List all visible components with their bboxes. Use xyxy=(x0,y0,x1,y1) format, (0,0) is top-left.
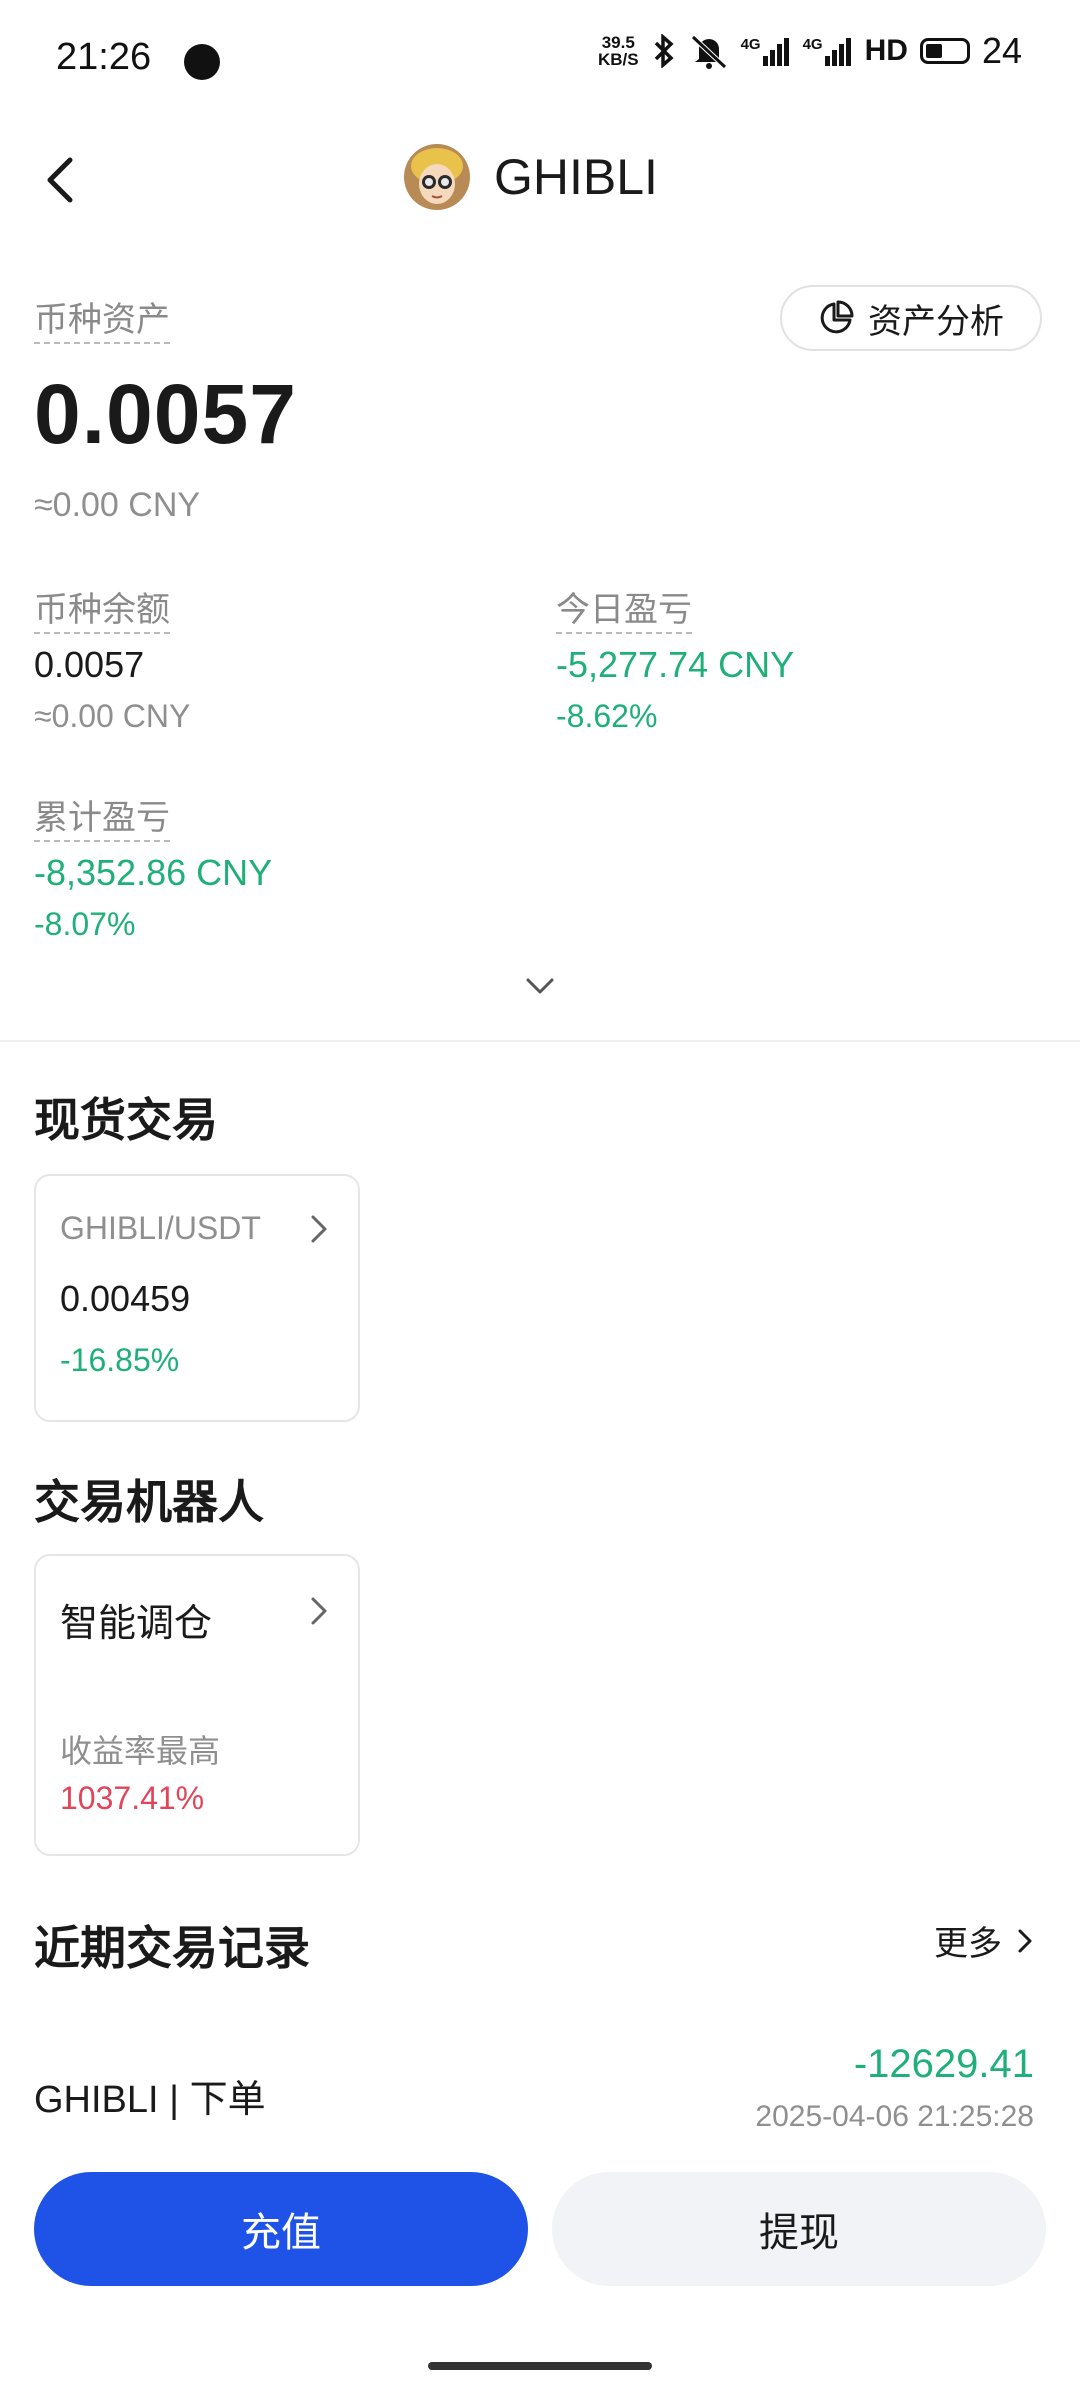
signal-4g-2: 4G xyxy=(803,36,853,66)
balance-approx: ≈0.00 CNY xyxy=(34,698,191,734)
spot-section-title: 现货交易 xyxy=(34,1094,218,1146)
spot-price: 0.00459 xyxy=(60,1278,191,1319)
section-divider xyxy=(0,1040,1080,1042)
signal-1-label: 4G xyxy=(740,36,761,53)
asset-amount: 0.0057 xyxy=(34,367,297,461)
asset-label[interactable]: 币种资产 xyxy=(34,300,170,344)
bot-yield-label: 收益率最高 xyxy=(60,1733,221,1769)
bot-yield-value: 1037.41% xyxy=(60,1780,205,1816)
record-time: 2025-04-06 21:25:28 xyxy=(755,2100,1034,2133)
notification-dot-icon xyxy=(184,44,220,80)
today-pnl-percent: -8.62% xyxy=(556,698,658,734)
record-name: GHIBLI | 下单 xyxy=(34,2079,266,2121)
status-icons: 39.5 KB/S 4G 4G HD 24 xyxy=(598,30,1022,72)
spot-change: -16.85% xyxy=(60,1342,180,1378)
bot-card[interactable]: 智能调仓 收益率最高 1037.41% xyxy=(34,1554,360,1856)
page-title: GHIBLI xyxy=(494,149,658,205)
record-amount: -12629.41 xyxy=(853,2042,1034,2086)
balance-value: 0.0057 xyxy=(34,644,145,685)
chevron-right-icon xyxy=(311,1597,327,1625)
back-chevron-icon[interactable] xyxy=(42,150,82,210)
total-pnl-label[interactable]: 累计盈亏 xyxy=(34,798,170,842)
bluetooth-icon xyxy=(654,34,674,68)
signal-4g-1: 4G xyxy=(741,36,791,66)
chevron-right-icon xyxy=(311,1215,327,1243)
signal-2-label: 4G xyxy=(802,36,823,53)
coin-logo xyxy=(404,144,470,210)
battery-level: 24 xyxy=(981,30,1022,71)
expand-chevron-down-icon[interactable] xyxy=(524,976,556,996)
records-section-title: 近期交易记录 xyxy=(34,1922,310,1974)
network-speed-unit: KB/S xyxy=(597,50,639,69)
network-speed-value: 39.5 xyxy=(601,33,635,52)
more-label: 更多 xyxy=(934,1925,1002,1963)
deposit-button[interactable]: 充值 xyxy=(34,2172,528,2286)
spot-pair-card[interactable]: GHIBLI/USDT 0.00459 -16.85% xyxy=(34,1174,360,1422)
status-time: 21:26 xyxy=(56,36,152,78)
bots-section-title: 交易机器人 xyxy=(34,1476,264,1528)
record-row[interactable]: GHIBLI | 下单 -12629.41 2025-04-06 21:25:2… xyxy=(0,2030,1080,2160)
withdraw-button[interactable]: 提现 xyxy=(552,2172,1046,2286)
total-pnl-value: -8,352.86 CNY xyxy=(34,852,273,893)
balance-label[interactable]: 币种余额 xyxy=(34,590,170,634)
signal-bars-icon xyxy=(762,38,789,66)
chevron-right-icon xyxy=(1018,1929,1032,1952)
pie-chart-icon xyxy=(820,300,854,334)
asset-analysis-label: 资产分析 xyxy=(868,302,1004,341)
asset-analysis-button[interactable]: 资产分析 xyxy=(780,285,1042,351)
more-records-link[interactable]: 更多 xyxy=(934,1916,1034,1965)
home-indicator[interactable] xyxy=(428,2362,652,2370)
total-pnl-percent: -8.07% xyxy=(34,906,136,942)
bell-mute-icon xyxy=(690,35,727,69)
bot-name: 智能调仓 xyxy=(60,1603,213,1645)
network-speed: 39.5 KB/S xyxy=(598,34,639,68)
hd-label: HD xyxy=(864,34,908,67)
today-pnl-label[interactable]: 今日盈亏 xyxy=(556,590,692,634)
today-pnl-value: -5,277.74 CNY xyxy=(556,644,795,685)
spot-pair-name: GHIBLI/USDT xyxy=(60,1210,261,1246)
asset-approx-value: ≈0.00 CNY xyxy=(34,486,201,524)
signal-bars-icon xyxy=(824,38,851,66)
battery-icon xyxy=(919,38,970,64)
